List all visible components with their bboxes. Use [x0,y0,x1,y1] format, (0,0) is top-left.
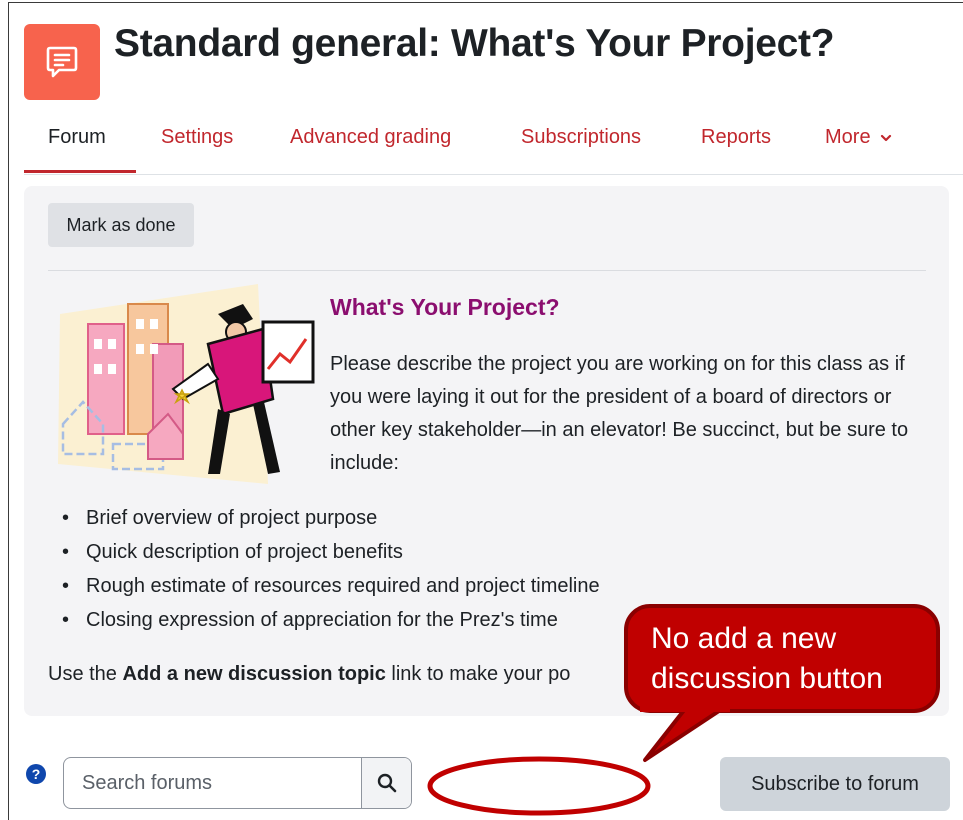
list-item: Rough estimate of resources required and… [62,569,600,603]
intro-divider [48,270,926,271]
tab-more-label: More [825,126,871,148]
tab-subscriptions[interactable]: Subscriptions [521,126,641,149]
intro-bullet-list: Brief overview of project purpose Quick … [62,501,600,637]
instructions-prefix: Use the [48,663,123,685]
list-item: Quick description of project benefits [62,535,600,569]
question-circle-icon[interactable]: ? [26,764,46,784]
tab-reports[interactable]: Reports [701,126,771,149]
tab-forum[interactable]: Forum [48,126,106,149]
tab-settings[interactable]: Settings [161,126,233,149]
mark-as-done-button[interactable]: Mark as done [48,203,194,247]
search-icon [377,773,396,793]
tab-more[interactable]: More [825,126,892,149]
list-item: Brief overview of project purpose [62,501,600,535]
instructions-link-name: Add a new discussion topic [122,663,386,685]
active-tab-indicator [24,170,136,173]
callout-line-1: No add a new [651,622,837,655]
search-forums-button[interactable] [361,758,411,808]
search-forums-group [63,757,412,809]
intro-heading: What's Your Project? [330,294,560,320]
search-forums-input[interactable] [64,758,360,808]
subscribe-to-forum-button[interactable]: Subscribe to forum [720,757,950,811]
forum-chat-icon [24,24,100,100]
presenter-clipart-image [58,284,315,484]
list-item: Closing expression of appreciation for t… [62,603,600,637]
callout-text: No add a new discussion button [651,619,929,699]
callout-line-2: discussion button [651,662,883,695]
intro-instructions: Use the Add a new discussion topic link … [48,663,570,686]
secondary-navigation: Forum Settings Advanced grading Subscrip… [24,122,963,175]
instructions-suffix: link to make your po [385,663,571,685]
page-title: Standard general: What's Your Project? [114,22,835,65]
tab-advanced-grading[interactable]: Advanced grading [290,126,451,149]
chevron-down-icon [881,134,892,141]
intro-paragraph: Please describe the project you are work… [330,353,909,474]
